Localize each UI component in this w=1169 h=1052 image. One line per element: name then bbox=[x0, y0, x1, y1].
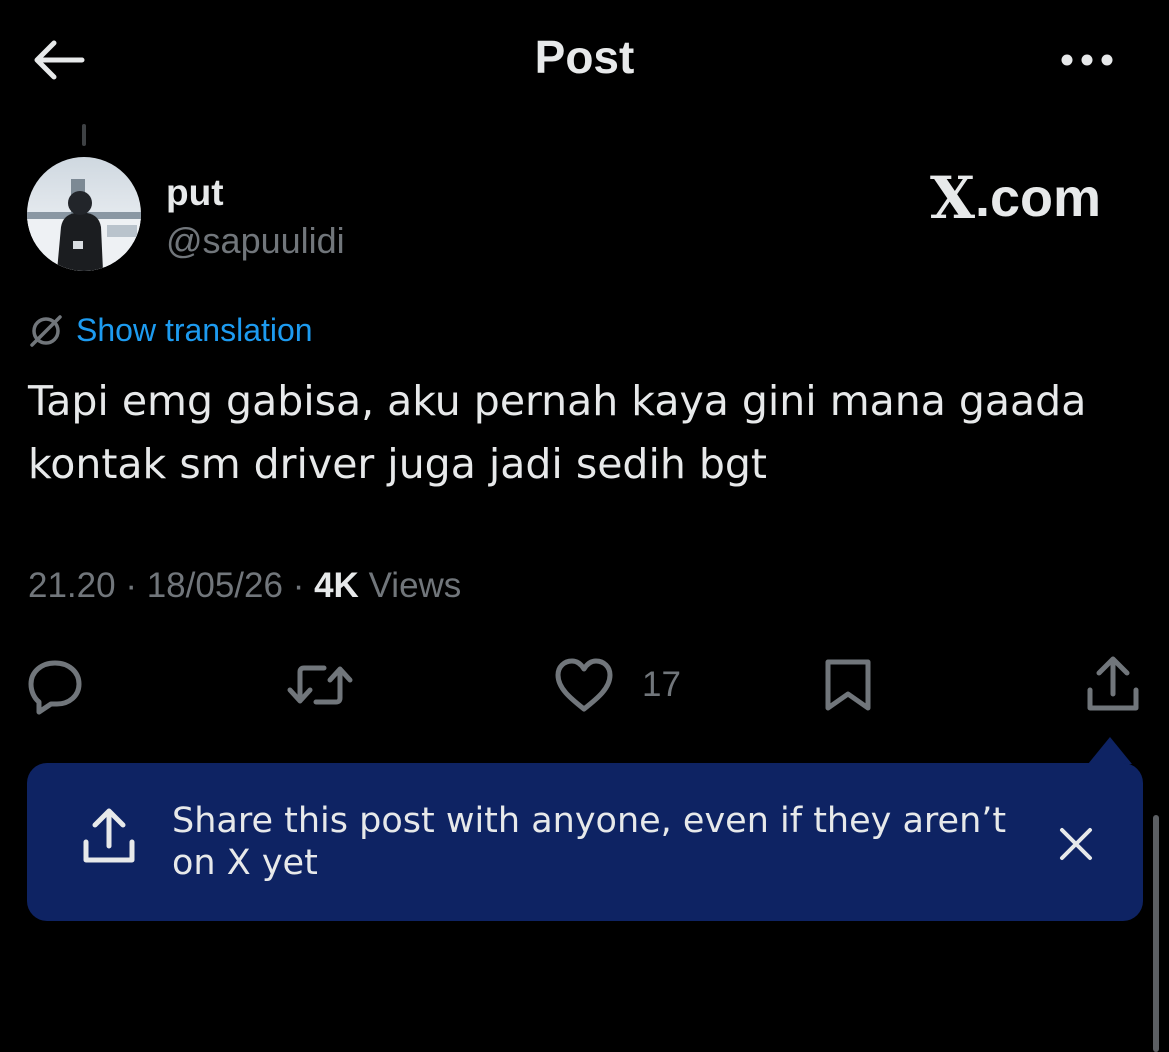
tooltip-message: Share this post with anyone, even if the… bbox=[172, 801, 1007, 883]
author-handle[interactable]: @sapuulidi bbox=[166, 220, 345, 262]
more-options-button[interactable] bbox=[1052, 40, 1122, 80]
share-button[interactable] bbox=[1082, 652, 1144, 718]
translation-row[interactable]: Show translation bbox=[28, 312, 313, 349]
tooltip-pointer bbox=[1088, 737, 1132, 764]
tooltip-close-button[interactable] bbox=[1050, 818, 1102, 870]
translate-icon bbox=[30, 314, 62, 347]
reply-icon bbox=[28, 660, 82, 715]
avatar[interactable] bbox=[27, 157, 141, 271]
tooltip-share-icon-wrapper bbox=[78, 806, 140, 873]
repost-icon bbox=[287, 665, 353, 705]
repost-button[interactable] bbox=[284, 652, 356, 718]
scrollbar[interactable] bbox=[1153, 815, 1159, 1052]
post-meta: 21.20 · 18/05/26 · 4K Views bbox=[28, 566, 461, 606]
heart-icon bbox=[555, 658, 613, 712]
share-icon bbox=[83, 808, 135, 863]
bookmark-icon bbox=[825, 659, 871, 711]
author-display-name[interactable]: put bbox=[166, 172, 224, 214]
post-date[interactable]: 18/05/26 bbox=[147, 566, 283, 605]
like-button[interactable]: 17 bbox=[552, 652, 681, 718]
share-icon bbox=[1087, 656, 1139, 711]
separator-dot: · bbox=[125, 566, 147, 605]
views-label: Views bbox=[368, 566, 462, 605]
thread-connector-line bbox=[82, 124, 86, 146]
watermark-suffix: .com bbox=[975, 168, 1102, 228]
like-count: 17 bbox=[642, 665, 681, 704]
post-text: Tapi emg gabisa, aku pernah kaya gini ma… bbox=[28, 377, 1087, 488]
page-title: Post bbox=[534, 31, 635, 83]
bookmark-button[interactable] bbox=[818, 652, 878, 718]
x-logo-glyph: X bbox=[930, 164, 975, 232]
views-count: 4K bbox=[314, 566, 359, 605]
show-translation-link[interactable]: Show translation bbox=[76, 312, 313, 349]
post-time[interactable]: 21.20 bbox=[28, 566, 116, 605]
reply-button[interactable] bbox=[24, 652, 86, 718]
close-icon bbox=[1060, 828, 1092, 860]
x-com-watermark: X .com bbox=[930, 164, 1101, 232]
separator-dot: · bbox=[292, 566, 315, 605]
more-horizontal-icon bbox=[1061, 54, 1113, 66]
